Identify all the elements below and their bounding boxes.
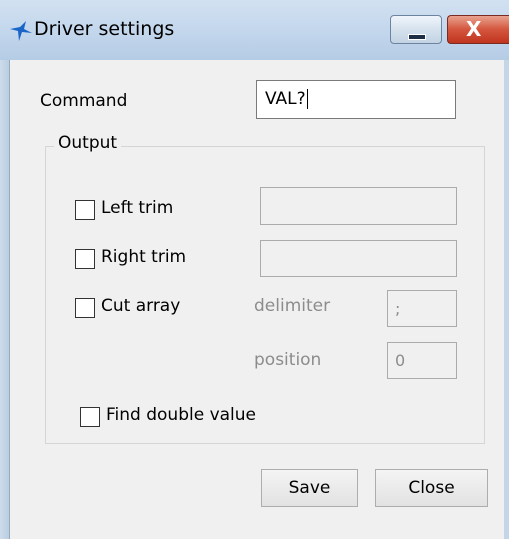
dialog-body: Command VAL? Output Left trim Right trim… <box>9 60 504 539</box>
window-right-border <box>504 60 509 539</box>
find-double-value-label[interactable]: Find double value <box>106 405 256 425</box>
command-input[interactable]: VAL? <box>256 80 456 119</box>
output-group-title: Output <box>54 133 122 153</box>
position-input[interactable]: 0 <box>387 342 457 379</box>
cut-array-label[interactable]: Cut array <box>101 296 180 316</box>
command-value: VAL? <box>265 89 306 109</box>
right-trim-checkbox[interactable] <box>75 249 95 269</box>
text-caret <box>306 89 308 109</box>
left-trim-label[interactable]: Left trim <box>101 198 173 218</box>
position-label: position <box>254 350 322 370</box>
save-button[interactable]: Save <box>261 469 358 507</box>
command-label: Command <box>40 91 128 111</box>
close-window-button[interactable]: X <box>447 15 509 44</box>
minimize-icon <box>408 34 426 40</box>
right-trim-label[interactable]: Right trim <box>101 247 186 267</box>
left-trim-checkbox[interactable] <box>75 200 95 220</box>
find-double-value-checkbox[interactable] <box>80 407 100 427</box>
delimiter-input[interactable]: ; <box>387 290 457 327</box>
cut-array-checkbox[interactable] <box>75 298 95 318</box>
minimize-button[interactable] <box>390 15 442 44</box>
close-icon: X <box>466 17 482 41</box>
delimiter-label: delimiter <box>254 296 331 316</box>
title-bar[interactable]: Driver settings X <box>0 0 509 60</box>
left-trim-input[interactable] <box>260 187 457 225</box>
bird-icon <box>10 21 32 41</box>
window-title: Driver settings <box>34 18 175 40</box>
right-trim-input[interactable] <box>260 240 457 277</box>
window-left-border <box>0 60 9 539</box>
close-button[interactable]: Close <box>375 469 488 507</box>
